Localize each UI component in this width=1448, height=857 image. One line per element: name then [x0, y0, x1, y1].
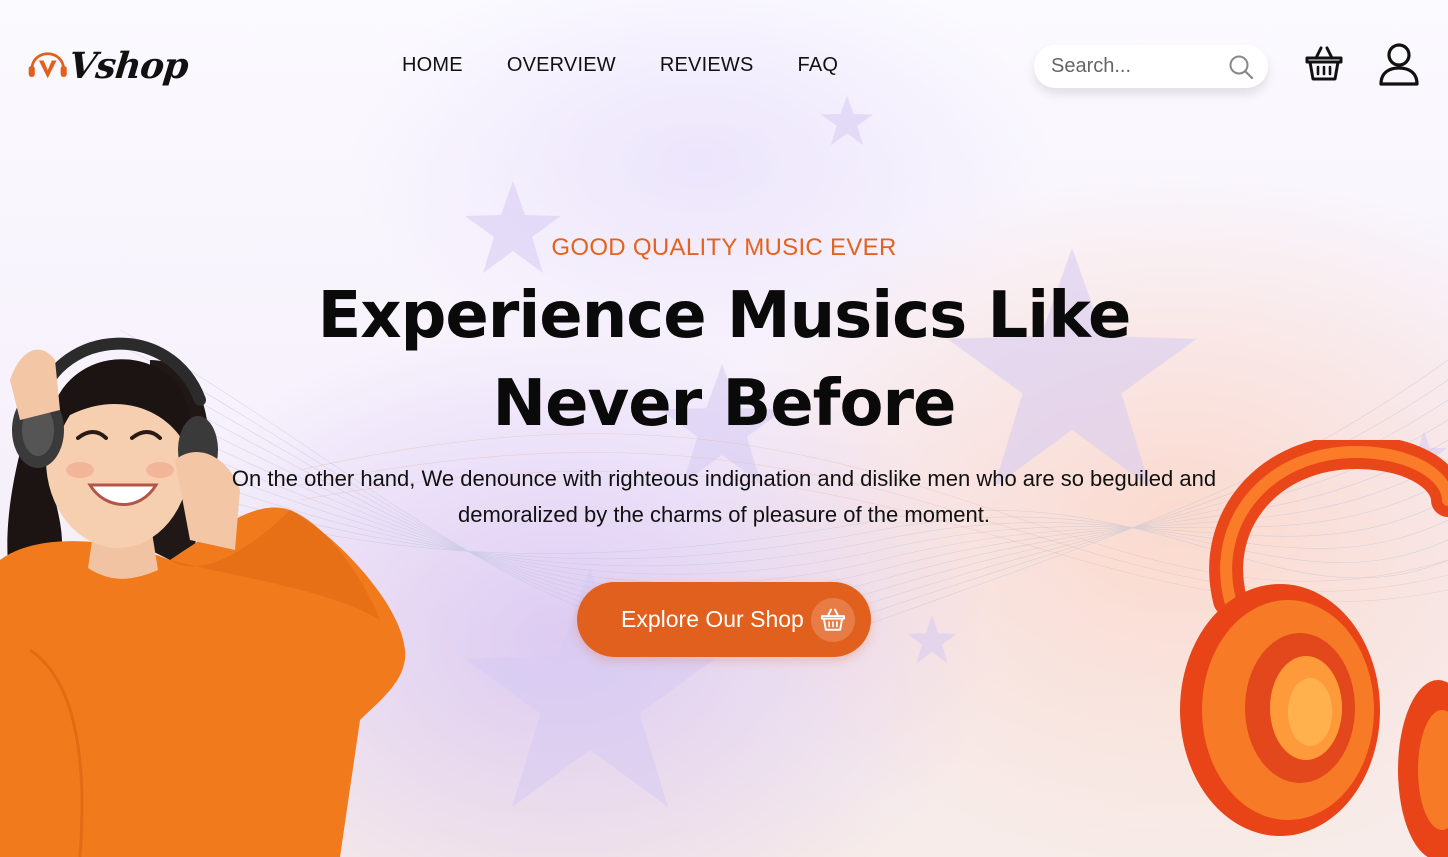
basket-icon [820, 608, 846, 631]
main-nav: HOME OVERVIEW REVIEWS FAQ [402, 54, 838, 77]
hero-headline-line-2: Never Before [492, 367, 957, 441]
hero-headline-line-1: Experience Musics Like [317, 279, 1132, 353]
search-icon[interactable] [1228, 54, 1254, 80]
search-input[interactable] [1049, 54, 1223, 79]
nav-faq[interactable]: FAQ [798, 54, 839, 77]
basket-icon[interactable] [1304, 44, 1344, 84]
hero-headline: Experience Musics Like Never Before [0, 272, 1448, 448]
brand-logo[interactable]: Vshop [28, 40, 191, 92]
nav-overview[interactable]: OVERVIEW [507, 54, 616, 77]
search-box [1034, 45, 1268, 88]
brand-name: Vshop [67, 45, 191, 87]
explore-shop-button[interactable]: Explore Our Shop [577, 582, 871, 657]
user-icon[interactable] [1378, 42, 1420, 86]
nav-home[interactable]: HOME [402, 54, 463, 77]
hero-description: On the other hand, We denounce with righ… [231, 466, 1217, 527]
nav-reviews[interactable]: REVIEWS [660, 54, 754, 77]
v-headphones-logo-icon [28, 52, 67, 79]
site-header: Vshop HOME OVERVIEW REVIEWS FAQ [0, 0, 1448, 130]
cta-icon-circle [811, 598, 855, 642]
hero-eyebrow: GOOD QUALITY MUSIC EVER [551, 234, 897, 261]
explore-shop-label: Explore Our Shop [621, 606, 804, 632]
